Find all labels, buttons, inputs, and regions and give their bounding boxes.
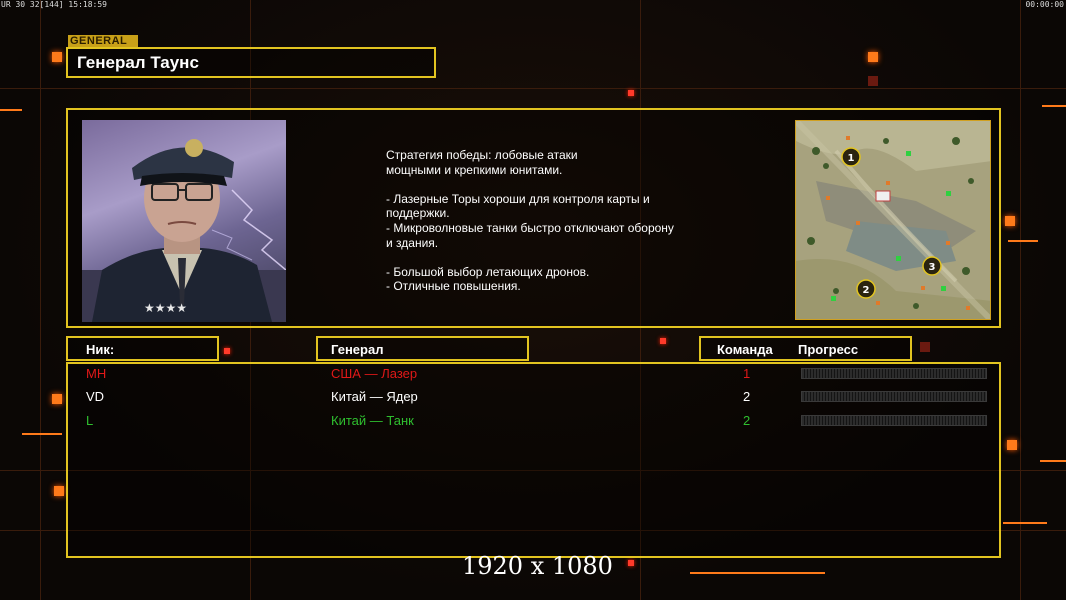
minimap[interactable]: 1 2 3 xyxy=(795,120,991,320)
player-nick: MH xyxy=(86,366,107,381)
accent-bar xyxy=(690,572,825,574)
orange-square xyxy=(1005,216,1015,226)
grid-line xyxy=(1020,0,1021,600)
player-general: США — Лазер xyxy=(331,366,418,381)
strategy-description: Стратегия победы: лобовые атаки мощными … xyxy=(386,148,674,294)
player-row: VD Китай — Ядер 2 xyxy=(68,387,999,407)
svg-text:★★★★: ★★★★ xyxy=(144,301,187,315)
red-square xyxy=(224,348,230,354)
player-general: Китай — Танк xyxy=(331,413,414,428)
grid-line xyxy=(0,88,1066,89)
player-team: 1 xyxy=(743,366,751,381)
grid-line xyxy=(40,0,41,600)
accent-bar xyxy=(0,109,22,111)
red-square xyxy=(628,90,634,96)
minimap-marker-1: 1 xyxy=(848,153,855,164)
accent-bar xyxy=(1042,105,1066,107)
players-list: MH США — Лазер 1 VD Китай — Ядер 2 L Кит… xyxy=(66,362,1001,558)
general-info-panel: ★★★★ Стратегия победы: лобовые атаки мощ… xyxy=(66,108,1001,328)
player-team: 2 xyxy=(743,389,751,404)
column-header-progress-label: Прогресс xyxy=(798,342,859,357)
hud-stats: UR 30 32[144] 15:18:59 xyxy=(1,0,107,9)
minimap-terrain: 1 2 3 xyxy=(796,121,990,319)
column-header-general: Генерал xyxy=(316,336,529,361)
player-progress-bar xyxy=(801,415,987,426)
player-row: MH США — Лазер 1 xyxy=(68,364,999,384)
player-row: L Китай — Танк 2 xyxy=(68,411,999,431)
red-square xyxy=(660,338,666,344)
accent-bar xyxy=(22,433,62,435)
orange-square xyxy=(868,52,878,62)
player-progress-bar xyxy=(801,391,987,402)
player-general: Китай — Ядер xyxy=(331,389,418,404)
column-header-team-progress: Команда Прогресс xyxy=(699,336,912,361)
dim-square xyxy=(868,76,878,86)
orange-square xyxy=(52,52,62,62)
column-header-general-label: Генерал xyxy=(331,342,384,357)
general-name: Генерал Таунс xyxy=(77,53,199,72)
player-team: 2 xyxy=(743,413,751,428)
player-nick: L xyxy=(86,413,94,428)
accent-bar xyxy=(1040,460,1066,462)
column-header-nick-label: Ник: xyxy=(86,342,115,357)
dim-square xyxy=(920,342,930,352)
orange-square xyxy=(54,486,64,496)
minimap-marker-2: 2 xyxy=(863,285,870,296)
resolution-label: 1920 x 1080 xyxy=(462,552,613,580)
general-portrait-image: ★★★★ xyxy=(82,139,286,322)
accent-bar xyxy=(1003,522,1047,524)
player-nick: VD xyxy=(86,389,105,404)
player-progress-bar xyxy=(801,368,987,379)
general-portrait: ★★★★ xyxy=(82,120,286,322)
column-header-nick: Ник: xyxy=(66,336,219,361)
orange-square xyxy=(1007,440,1017,450)
general-title-box: Генерал Таунс xyxy=(66,47,436,78)
hud-timer: 00:00:00 xyxy=(1025,0,1064,9)
red-square xyxy=(628,560,634,566)
minimap-marker-3: 3 xyxy=(929,262,936,273)
accent-bar xyxy=(1008,240,1038,242)
column-header-team-label: Команда xyxy=(717,342,773,357)
orange-square xyxy=(52,394,62,404)
